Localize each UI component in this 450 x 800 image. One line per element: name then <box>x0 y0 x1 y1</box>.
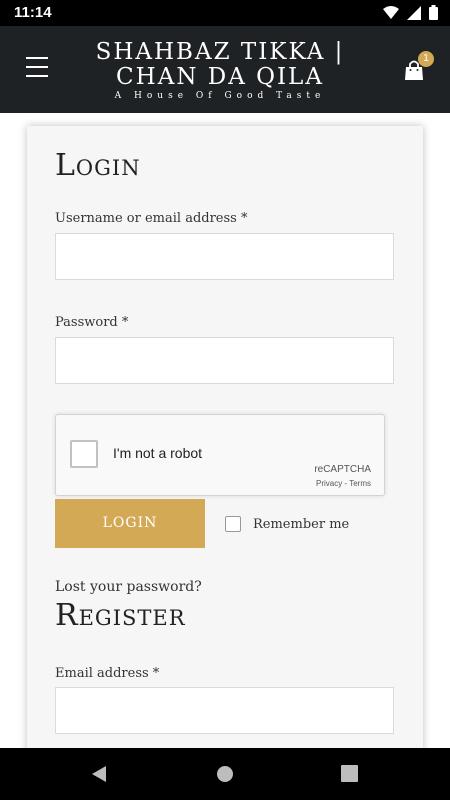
remember-me-label[interactable]: Remember me <box>253 517 349 532</box>
back-triangle-icon[interactable] <box>90 765 108 783</box>
recaptcha-links[interactable]: Privacy - Terms <box>316 479 371 488</box>
recaptcha-brand: reCAPTCHA <box>314 464 371 475</box>
email-input[interactable] <box>55 687 394 734</box>
username-label: Username or email address * <box>55 211 248 226</box>
site-header: SHAHBAZ TIKKA | CHAN DA QILA A House Of … <box>0 26 450 113</box>
remember-me: Remember me <box>225 516 349 532</box>
login-button[interactable]: LOGIN <box>55 499 205 548</box>
status-icons <box>383 5 438 20</box>
status-bar: 11:14 <box>0 0 450 26</box>
register-title: Register <box>55 598 186 633</box>
signal-icon <box>407 5 421 20</box>
cart-count-badge: 1 <box>418 51 434 67</box>
remember-me-checkbox[interactable] <box>225 516 241 532</box>
login-register-card: Login Username or email address * Passwo… <box>27 126 423 766</box>
brand-name-line2: CHAN DA QILA <box>116 64 324 90</box>
brand-tagline: A House Of Good Taste <box>114 91 326 101</box>
username-input[interactable] <box>55 233 394 280</box>
recaptcha-checkbox[interactable] <box>70 440 98 468</box>
lost-password-link[interactable]: Lost your password? <box>55 579 202 595</box>
recaptcha-label: I'm not a robot <box>113 445 203 461</box>
battery-icon <box>429 5 438 20</box>
login-title: Login <box>55 148 141 183</box>
password-label: Password * <box>55 315 129 330</box>
recents-square-icon[interactable] <box>341 765 358 782</box>
email-label: Email address * <box>55 666 160 681</box>
home-circle-icon[interactable] <box>216 765 234 783</box>
brand-logo[interactable]: SHAHBAZ TIKKA | CHAN DA QILA A House Of … <box>70 39 370 102</box>
brand-name-line1: SHAHBAZ TIKKA | <box>95 39 345 65</box>
recaptcha-widget: I'm not a robot reCAPTCHA Privacy - Term… <box>55 414 385 496</box>
android-nav-bar <box>0 748 450 800</box>
password-input[interactable] <box>55 337 394 384</box>
wifi-icon <box>383 5 399 19</box>
hamburger-menu-icon[interactable] <box>26 57 48 79</box>
status-time: 11:14 <box>14 4 52 21</box>
